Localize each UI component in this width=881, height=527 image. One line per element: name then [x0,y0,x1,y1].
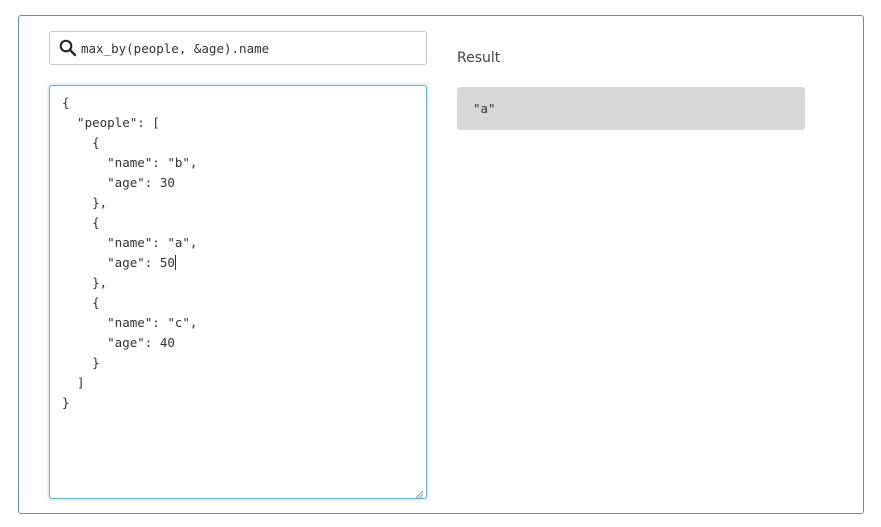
code-line: }, [62,195,108,210]
code-line-with-caret: "age": 50 [62,253,197,273]
code-line: "people": [ [62,115,160,130]
search-icon [58,38,78,58]
code-line: { [62,295,100,310]
code-line: "name": "c", [62,315,198,330]
json-code[interactable]: { "people": [ { "name": "b", "age": 30 }… [62,93,197,413]
code-line: "name": "a", [62,235,198,250]
code-line: "name": "b", [62,155,198,170]
code-line: { [62,95,70,110]
code-line: } [62,395,70,410]
code-line: ] [62,375,85,390]
result-label: Result [457,50,501,66]
result-output: "a" [457,87,805,130]
code-line: "age": 30 [62,175,175,190]
code-line: { [62,135,100,150]
resize-grip-icon[interactable] [414,486,424,498]
text-caret [174,255,176,270]
json-editor[interactable]: { "people": [ { "name": "b", "age": 30 }… [49,85,427,499]
query-input[interactable] [81,34,426,62]
search-bar[interactable] [49,31,427,65]
code-line: { [62,215,100,230]
code-line-text: "age": 50 [62,255,175,270]
result-value: "a" [473,101,496,116]
code-line: }, [62,275,108,290]
code-line: } [62,355,100,370]
code-line: "age": 40 [62,335,175,350]
